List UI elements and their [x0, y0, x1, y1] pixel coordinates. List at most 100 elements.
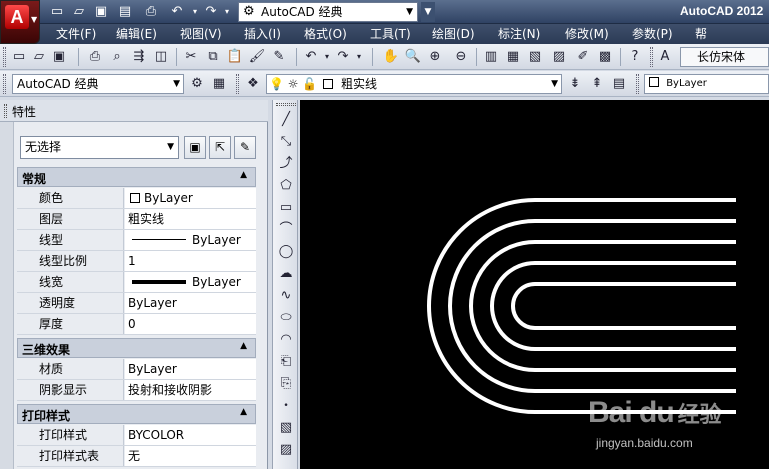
plot-preview-icon[interactable]: ⌕ [108, 48, 126, 66]
prop-row-shadow-display[interactable]: 阴影显示 投射和接收阴影 [17, 380, 256, 401]
prop-row-linetype-scale[interactable]: 线型比例 1 [17, 251, 256, 272]
design-center-icon[interactable]: ▦ [504, 48, 522, 66]
menu-format[interactable]: 格式(O) [304, 26, 347, 42]
section-general[interactable]: 常规 ▲ [17, 167, 256, 187]
selection-dropdown[interactable]: 无选择 ▼ [20, 136, 179, 159]
prop-value[interactable]: 1 [125, 251, 256, 271]
sheet-set-icon[interactable]: ▨ [550, 48, 568, 66]
select-objects-button[interactable]: ⇱ [209, 136, 231, 159]
toolbar-grip[interactable] [3, 47, 6, 67]
text-style-icon[interactable]: A [656, 48, 674, 66]
tool-palettes-icon[interactable]: ▧ [526, 48, 544, 66]
application-menu-button[interactable]: A ▼ [0, 0, 40, 44]
toolbar-grip[interactable] [650, 47, 653, 67]
construction-line-icon[interactable]: ⤡ [276, 132, 296, 152]
prop-value[interactable]: ByLayer [125, 359, 256, 379]
prop-row-color[interactable]: 颜色 ByLayer [17, 188, 256, 209]
menu-modify[interactable]: 修改(M) [565, 26, 609, 42]
pan-icon[interactable]: ✋ [382, 48, 400, 66]
menu-insert[interactable]: 插入(I) [244, 26, 281, 42]
paste-icon[interactable]: 📋 [226, 48, 244, 66]
prop-row-layer[interactable]: 图层 粗实线 [17, 209, 256, 230]
quick-select-button[interactable]: ✎ [234, 136, 256, 159]
text-style-dropdown[interactable]: 长仿宋体 [680, 47, 769, 67]
workspace-combo[interactable]: AutoCAD 经典 ▼ [12, 74, 184, 94]
prop-value[interactable]: ByLayer [125, 188, 256, 208]
u-shape-polyline[interactable] [511, 282, 736, 330]
zoom-realtime-icon[interactable]: 🔍 [404, 48, 422, 66]
prop-row-plot-style-table[interactable]: 打印样式表 无 [17, 446, 256, 467]
menu-view[interactable]: 视图(V) [180, 26, 222, 42]
markup-icon[interactable]: ✐ [574, 48, 592, 66]
polyline-icon[interactable]: ⤴ [276, 154, 296, 174]
menu-window[interactable]: 帮 [695, 26, 707, 42]
prop-value[interactable]: 粗实线 [125, 209, 256, 229]
toggle-pickadd-button[interactable]: ▣ [184, 136, 206, 159]
prop-value[interactable]: BYCOLOR [125, 425, 256, 445]
layer-previous-icon[interactable]: ⇞ [588, 75, 606, 93]
3d-print-icon[interactable]: ◫ [152, 48, 170, 66]
ellipse-arc-icon[interactable]: ◠ [276, 330, 296, 350]
color-combo[interactable]: ByLayer [644, 74, 769, 94]
workspace-settings-icon[interactable]: ⚙ [188, 75, 206, 93]
prop-row-plot-style[interactable]: 打印样式 BYCOLOR [17, 425, 256, 446]
match-properties-icon[interactable]: 🖌 [248, 48, 266, 66]
rectangle-icon[interactable]: ▭ [276, 198, 296, 218]
palette-side-strip[interactable] [0, 122, 14, 469]
help-icon[interactable]: ? [626, 48, 644, 66]
prop-value[interactable]: ByLayer [125, 230, 256, 250]
workspace-dropdown[interactable]: ⚙ AutoCAD 经典 ▼ [238, 2, 418, 22]
insert-block-icon[interactable]: ⎗ [276, 352, 296, 372]
redo-dropdown-icon[interactable]: ▾ [350, 48, 368, 66]
prop-row-thickness[interactable]: 厚度 0 [17, 314, 256, 335]
prop-row-material[interactable]: 材质 ByLayer [17, 359, 256, 380]
properties-icon[interactable]: ▥ [482, 48, 500, 66]
zoom-window-icon[interactable]: ⊕ [426, 48, 444, 66]
new-icon[interactable]: ▭ [10, 48, 28, 66]
redo-dropdown-icon[interactable]: ▾ [218, 3, 236, 21]
line-icon[interactable]: ╱ [276, 110, 296, 130]
u-shape-polyline[interactable] [490, 261, 736, 351]
palette-grip[interactable] [4, 104, 7, 118]
prop-value[interactable]: 无 [125, 446, 256, 466]
menu-parametric[interactable]: 参数(P) [632, 26, 673, 42]
spline-icon[interactable]: ∿ [276, 286, 296, 306]
menu-tools[interactable]: 工具(T) [370, 26, 411, 42]
palette-title-bar[interactable]: 特性 [0, 100, 268, 122]
zoom-previous-icon[interactable]: ⊖ [452, 48, 470, 66]
block-editor-icon[interactable]: ✎ [270, 48, 288, 66]
toolbar-grip[interactable] [236, 74, 239, 94]
menu-file[interactable]: 文件(F) [56, 26, 96, 42]
save-icon[interactable]: ▣ [50, 48, 68, 66]
open-file-icon[interactable]: ▱ [70, 3, 88, 21]
revision-cloud-icon[interactable]: ☁ [276, 264, 296, 284]
make-current-layer-icon[interactable]: ⇟ [566, 75, 584, 93]
toolbar-grip[interactable] [3, 74, 6, 94]
prop-value[interactable]: 0 [125, 314, 256, 334]
hatch-icon[interactable]: ▧ [276, 418, 296, 438]
make-block-icon[interactable]: ⎘ [276, 374, 296, 394]
new-file-icon[interactable]: ▭ [48, 3, 66, 21]
point-icon[interactable]: • [276, 396, 296, 416]
workspace-save-icon[interactable]: ▦ [210, 75, 228, 93]
save-as-icon[interactable]: ▤ [116, 3, 134, 21]
circle-icon[interactable]: ◯ [276, 242, 296, 262]
prop-value[interactable]: ByLayer [125, 293, 256, 313]
section-3d-effects[interactable]: 三维效果 ▲ [17, 338, 256, 358]
layer-properties-icon[interactable]: ❖ [244, 75, 262, 93]
layer-combo[interactable]: 💡 ☼ 🔓 粗实线 ▼ [266, 74, 562, 94]
cut-icon[interactable]: ✂ [182, 48, 200, 66]
plot-icon[interactable]: ⎙ [86, 48, 104, 66]
publish-icon[interactable]: ⇶ [130, 48, 148, 66]
prop-row-lineweight[interactable]: 线宽 ByLayer [17, 272, 256, 293]
polygon-icon[interactable]: ⬠ [276, 176, 296, 196]
section-plot-style[interactable]: 打印样式 ▲ [17, 404, 256, 424]
menu-dimension[interactable]: 标注(N) [498, 26, 540, 42]
prop-value[interactable]: 投射和接收阴影 [125, 380, 256, 400]
u-shape-polyline[interactable] [427, 198, 736, 414]
copy-icon[interactable]: ⧉ [204, 48, 222, 66]
open-icon[interactable]: ▱ [30, 48, 48, 66]
undo-icon[interactable]: ↶ [168, 3, 186, 21]
layer-state-icon[interactable]: ▤ [610, 75, 628, 93]
prop-row-linetype[interactable]: 线型 ByLayer [17, 230, 256, 251]
